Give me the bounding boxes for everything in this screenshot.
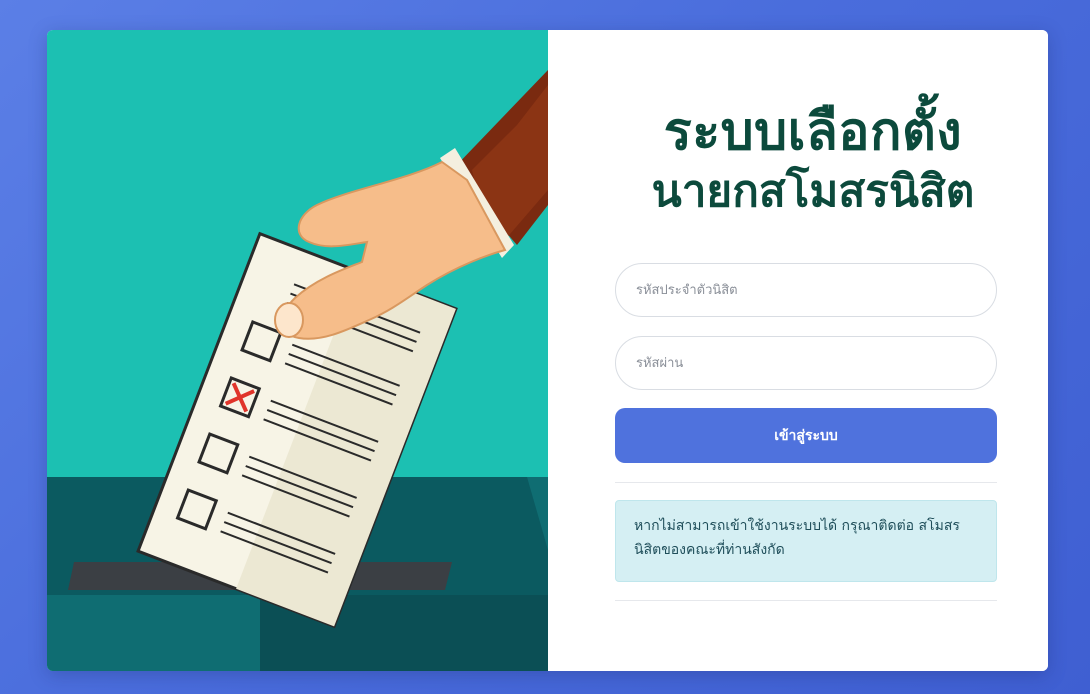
page-title: ระบบเลือกตั้ง นายกสโมสรนิสิต — [633, 102, 993, 220]
ballot-hand-icon — [47, 70, 548, 671]
help-notice-text: หากไม่สามารถเข้าใช้งานระบบได้ กรุณาติดต่… — [634, 518, 960, 558]
divider — [615, 482, 997, 483]
divider — [615, 600, 997, 601]
title-line-2: นายกสโมสรนิสิต — [651, 166, 975, 217]
voting-illustration — [47, 30, 548, 671]
help-notice: หากไม่สามารถเข้าใช้งานระบบได้ กรุณาติดต่… — [615, 500, 997, 582]
title-line-1: ระบบเลือกตั้ง — [663, 102, 963, 162]
login-button[interactable]: เข้าสู่ระบบ — [615, 408, 997, 463]
login-panel: ระบบเลือกตั้ง นายกสโมสรนิสิต เข้าสู่ระบบ… — [548, 30, 1048, 671]
login-card: ระบบเลือกตั้ง นายกสโมสรนิสิต เข้าสู่ระบบ… — [47, 30, 1048, 671]
student-id-input[interactable] — [615, 263, 997, 317]
password-input[interactable] — [615, 336, 997, 390]
